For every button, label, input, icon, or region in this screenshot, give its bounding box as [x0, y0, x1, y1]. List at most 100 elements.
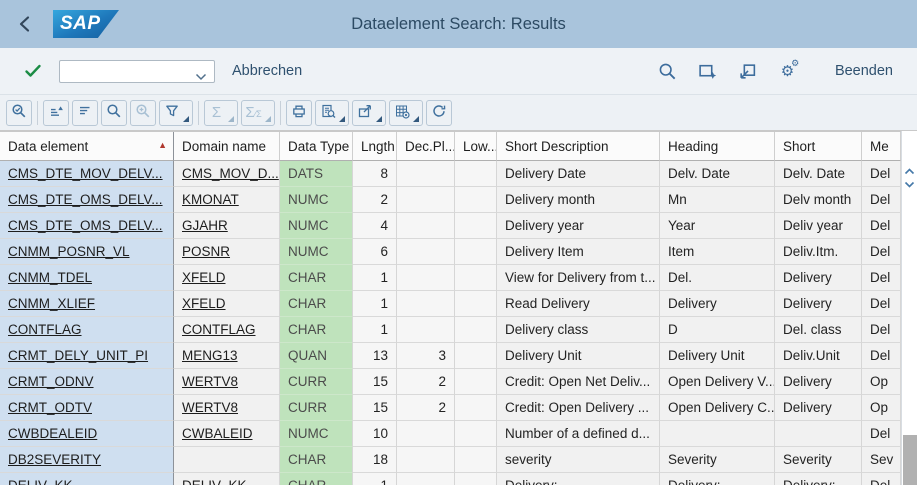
cell-text: Severity — [668, 452, 717, 467]
data_element-link[interactable]: CNMM_TDEL — [0, 265, 174, 291]
cell-text: 8 — [380, 166, 388, 181]
cell-dec_pl — [397, 291, 455, 317]
cell-short_desc: Delivery Item — [497, 239, 660, 265]
data_element-link[interactable]: CRMT_ODTV — [0, 395, 174, 421]
cell-text: 15 — [373, 374, 388, 389]
domain-link[interactable]: WERTV8 — [174, 395, 280, 421]
cell-text: Delivery: — [668, 478, 721, 485]
data_element-link[interactable]: CMS_DTE_OMS_DELV... — [0, 187, 174, 213]
cell-low — [455, 187, 497, 213]
search-icon[interactable] — [658, 62, 677, 81]
column-header-data_type[interactable]: Data Type — [280, 132, 353, 161]
column-header-short[interactable]: Short — [775, 132, 862, 161]
command-field[interactable] — [59, 60, 215, 83]
cell-text: NUMC — [288, 218, 329, 233]
choose-layout-button[interactable] — [389, 100, 423, 126]
data_element-link[interactable]: CWBDEALEID — [0, 421, 174, 447]
cell-short_desc: View for Delivery from t... — [497, 265, 660, 291]
column-header-domain[interactable]: Domain name — [174, 132, 280, 161]
cell-text: Credit: Open Net Deliv... — [505, 374, 650, 389]
find-next-button — [130, 100, 156, 126]
domain-link[interactable]: XFELD — [174, 265, 280, 291]
toolbar-separator — [198, 101, 199, 125]
settings-gears-icon[interactable]: ⚙⚙ — [778, 62, 797, 81]
cell-text: CNMM_XLIEF — [8, 296, 95, 311]
enter-check-icon[interactable] — [24, 62, 42, 80]
domain-link[interactable]: MENG13 — [174, 343, 280, 369]
new-session-icon[interactable] — [698, 62, 717, 81]
cell-data_type: CURR — [280, 369, 353, 395]
refresh-button[interactable] — [426, 100, 452, 126]
data_element-link[interactable]: CRMT_DELY_UNIT_PI — [0, 343, 174, 369]
table-row: CRMT_DELY_UNIT_PIMENG13QUAN133Delivery U… — [0, 343, 917, 369]
create-shortcut-icon[interactable] — [738, 62, 757, 81]
column-header-dec_pl[interactable]: Dec.Pl... — [397, 132, 455, 161]
cell-short: Delivery — [775, 291, 862, 317]
cell-text: NUMC — [288, 192, 329, 207]
domain-link[interactable]: CMS_MOV_D... — [174, 161, 280, 187]
domain-link[interactable]: WERTV8 — [174, 369, 280, 395]
domain-link[interactable]: CWBALEID — [174, 421, 280, 447]
cell-medium: Del — [862, 265, 901, 291]
views-button[interactable] — [315, 100, 349, 126]
data_element-link[interactable]: CNMM_XLIEF — [0, 291, 174, 317]
cell-text: DELIV_KK — [8, 478, 73, 485]
cell-text: QUAN — [288, 348, 327, 363]
print-button[interactable] — [286, 100, 312, 126]
domain-link[interactable]: POSNR — [174, 239, 280, 265]
data_element-link[interactable]: CMS_DTE_MOV_DELV... — [0, 161, 174, 187]
scrollbar-thumb[interactable] — [903, 435, 917, 485]
magnifier-icon — [106, 103, 122, 122]
cell-text: Del — [870, 244, 890, 259]
data_element-link[interactable]: CNMM_POSNR_VL — [0, 239, 174, 265]
data_element-link[interactable]: DELIV_KK — [0, 473, 174, 485]
column-header-lngth[interactable]: Lngth — [353, 132, 397, 161]
chevron-down-icon[interactable] — [195, 68, 207, 86]
cell-low — [455, 369, 497, 395]
sort-ascending-button[interactable] — [43, 100, 69, 126]
data_element-link[interactable]: CRMT_ODNV — [0, 369, 174, 395]
data_element-link[interactable]: DB2SEVERITY — [0, 447, 174, 473]
column-header-low[interactable]: Low... — [455, 132, 497, 161]
domain-link[interactable]: KMONAT — [174, 187, 280, 213]
cell-low — [455, 291, 497, 317]
cell-text: severity — [505, 452, 552, 467]
refresh-icon — [431, 103, 447, 122]
cell-heading: Mn — [660, 187, 775, 213]
abbrechen-button[interactable]: Abbrechen — [232, 63, 302, 79]
column-header-data_element[interactable]: Data element▲ — [0, 132, 174, 161]
domain-link[interactable]: XFELD — [174, 291, 280, 317]
sort-descending-button[interactable] — [72, 100, 98, 126]
data_element-link[interactable]: CONTFLAG — [0, 317, 174, 343]
column-header-short_desc[interactable]: Short Description — [497, 132, 660, 161]
cell-data_type: QUAN — [280, 343, 353, 369]
cell-text: Delivery class — [505, 322, 588, 337]
details-button[interactable] — [6, 100, 32, 126]
domain-link[interactable]: CONTFLAG — [174, 317, 280, 343]
cell-low — [455, 161, 497, 187]
cell-text: 2 — [380, 192, 388, 207]
scroll-down-icon[interactable] — [904, 175, 915, 193]
set-filter-button[interactable] — [159, 100, 193, 126]
find-button[interactable] — [101, 100, 127, 126]
cell-medium: Del — [862, 317, 901, 343]
table-row: CONTFLAGCONTFLAGCHAR1Delivery classDDel.… — [0, 317, 917, 343]
cell-short_desc: Delivery: — [497, 473, 660, 485]
cell-short: Delivery — [775, 369, 862, 395]
cell-text: CONTFLAG — [8, 322, 82, 337]
domain-link[interactable]: GJAHR — [174, 213, 280, 239]
cell-text: CHAR — [288, 296, 326, 311]
cell-text: DELIV_KK — [182, 478, 247, 485]
beenden-button[interactable]: Beenden — [835, 63, 893, 79]
column-header-heading[interactable]: Heading — [660, 132, 775, 161]
data_element-link[interactable]: CMS_DTE_OMS_DELV... — [0, 213, 174, 239]
column-header-label: Data element — [8, 139, 88, 154]
export-button[interactable] — [352, 100, 386, 126]
vertical-scrollbar[interactable] — [901, 131, 917, 485]
column-header-medium[interactable]: Me — [862, 132, 901, 161]
cell-lngth: 4 — [353, 213, 397, 239]
printer-icon — [291, 103, 307, 122]
cell-text: CMS_DTE_OMS_DELV... — [8, 192, 163, 207]
domain-link[interactable]: DELIV_KK — [174, 473, 280, 485]
cell-text: CWBDEALEID — [8, 426, 97, 441]
